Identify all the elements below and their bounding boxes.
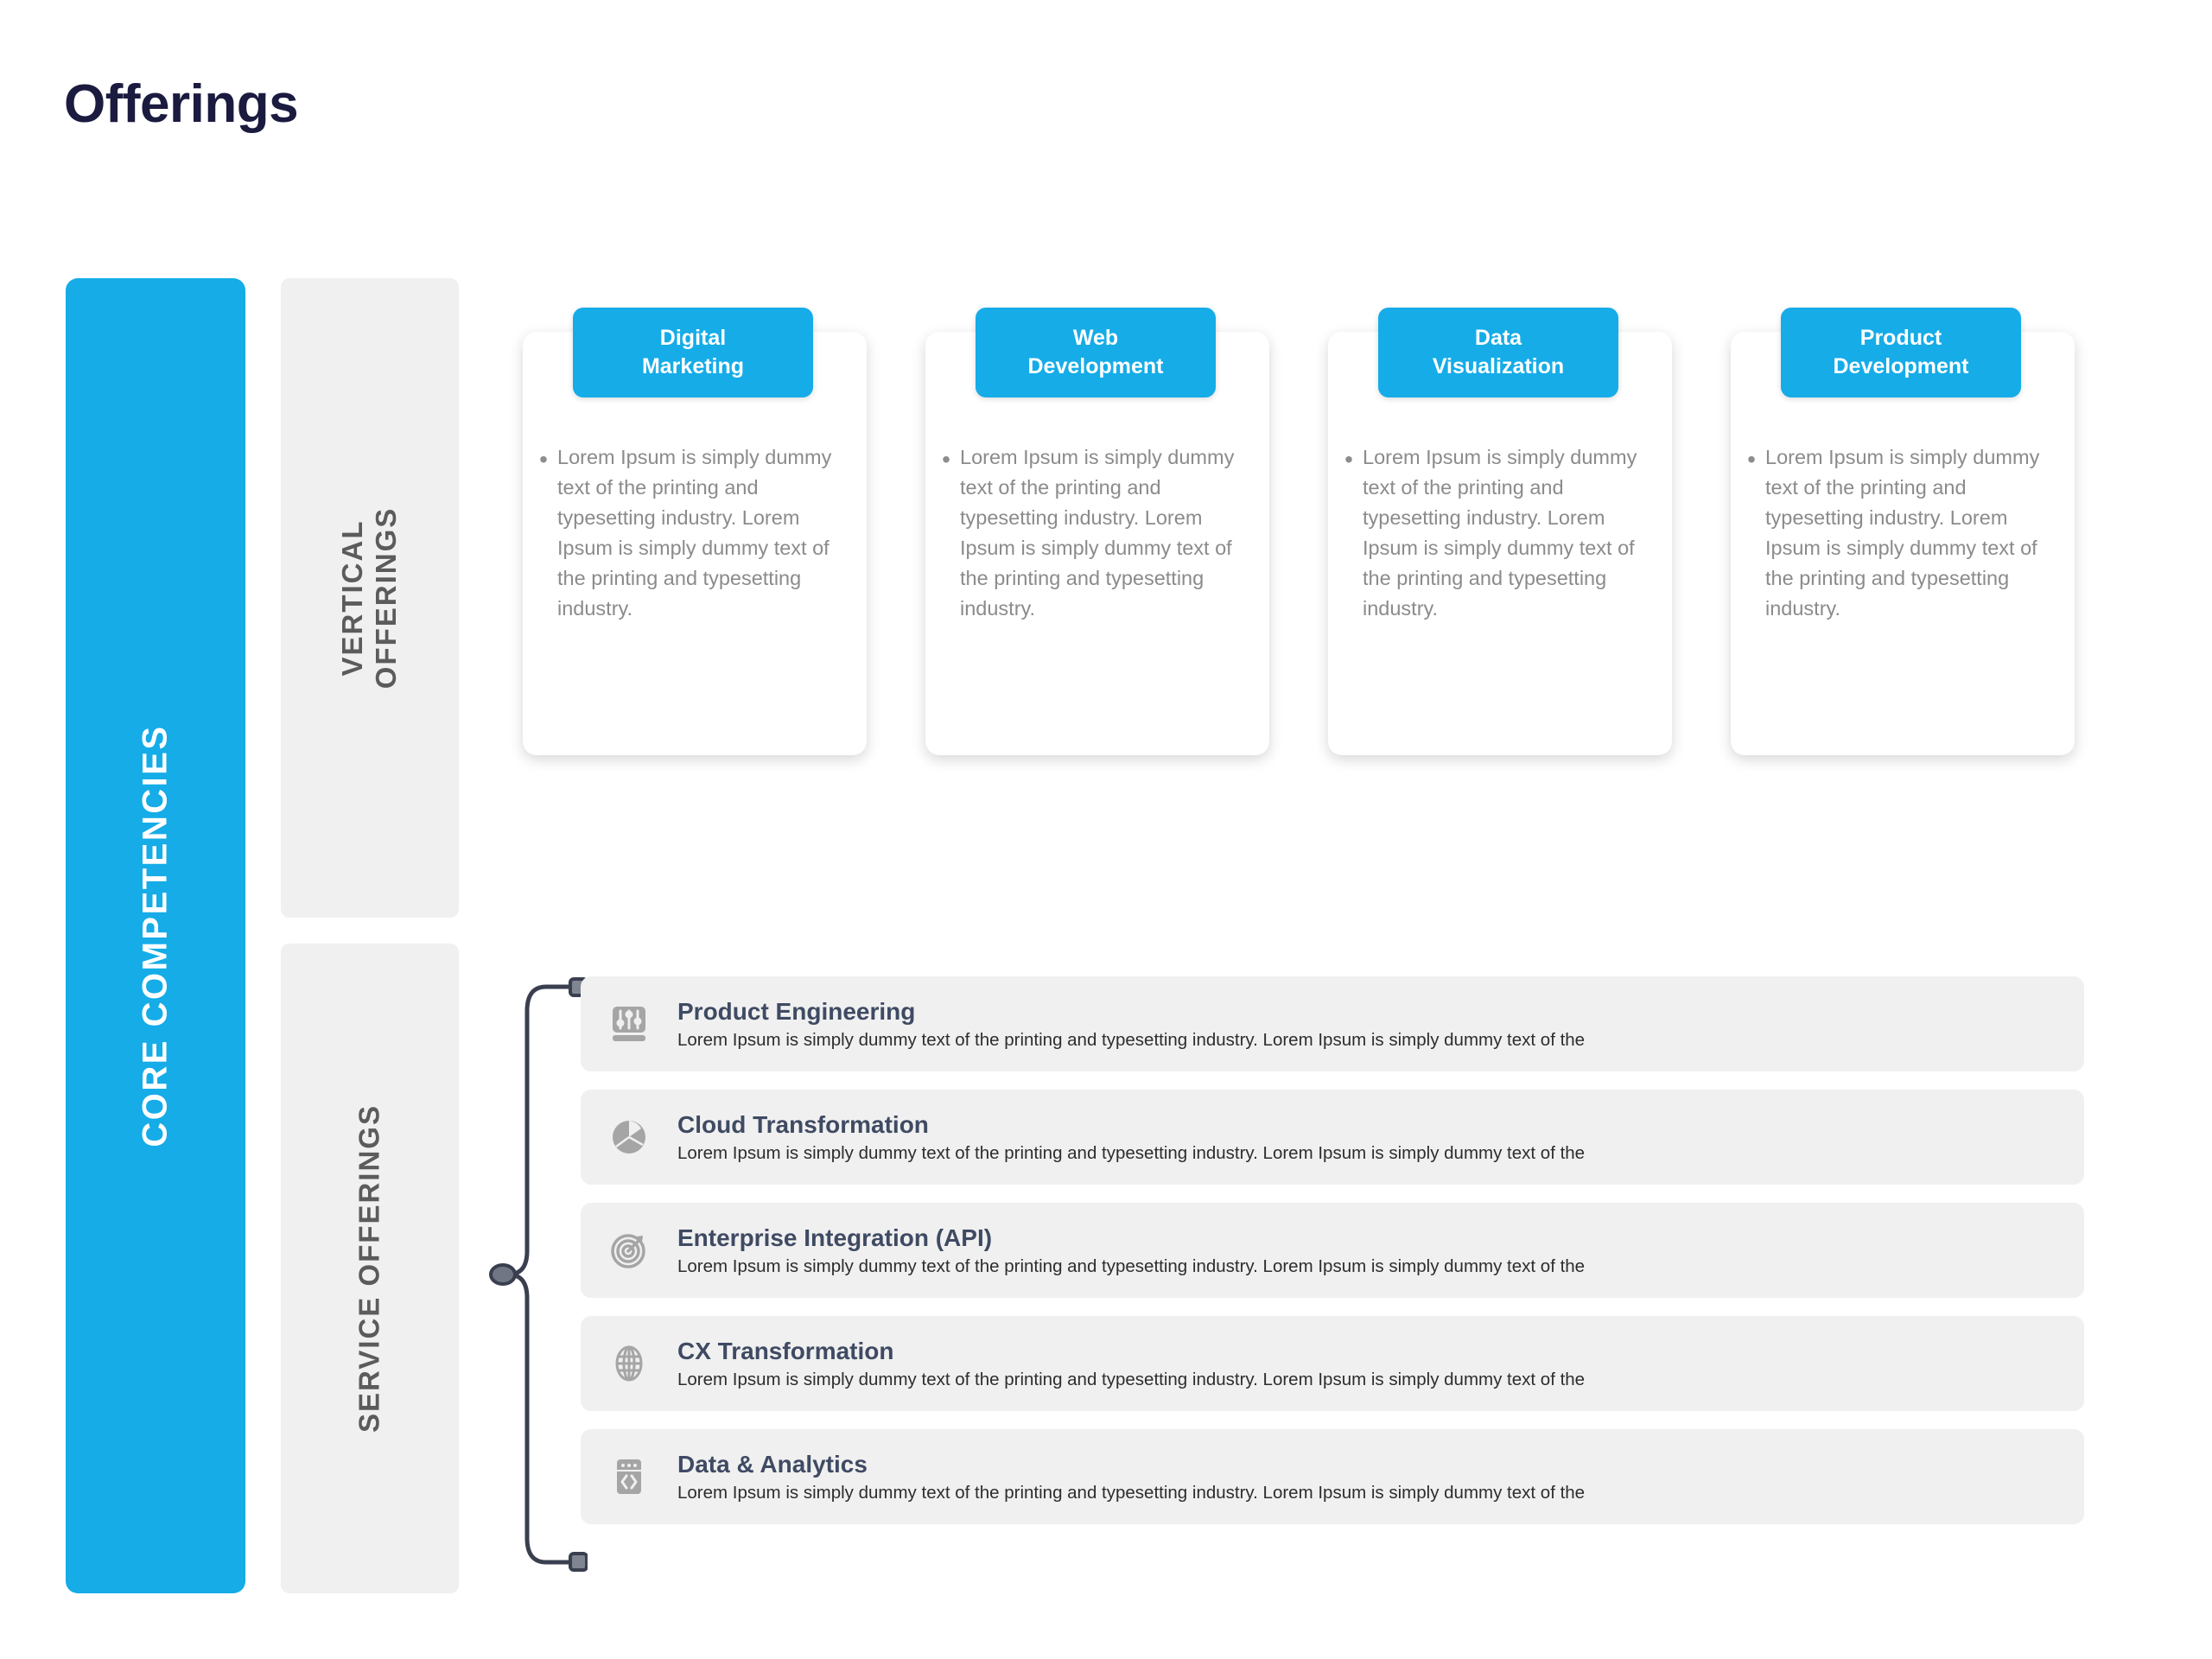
vertical-offering-card[interactable]: Web Development • Lorem Ipsum is simply … [925, 308, 1269, 755]
service-offering-title: Cloud Transformation [677, 1110, 929, 1138]
vertical-offerings-card-group: Digital Marketing • Lorem Ipsum is simpl… [523, 308, 2121, 757]
vertical-offering-card-body: • Lorem Ipsum is simply dummy text of th… [1328, 442, 1653, 624]
connector-endpoint-bottom [569, 1552, 588, 1572]
card-body-text: Lorem Ipsum is simply dummy text of the … [1765, 446, 2040, 620]
vertical-offering-card-header: Digital Marketing [573, 308, 813, 397]
sliders-icon [581, 1003, 677, 1045]
card-title-line1: Product [1859, 326, 1942, 350]
service-offering-row[interactable]: CX Transformation Lorem Ipsum is simply … [581, 1316, 2084, 1411]
service-bracket-connector [489, 977, 588, 1572]
core-competencies-label: CORE COMPETENCIES [136, 724, 175, 1147]
card-body-text: Lorem Ipsum is simply dummy text of the … [1363, 446, 1637, 620]
service-offerings-label: SERVICE OFFERINGS [353, 1104, 385, 1433]
service-offering-title: Product Engineering [677, 997, 916, 1025]
card-title-line2: Visualization [1432, 354, 1565, 378]
vertical-offering-card[interactable]: Digital Marketing • Lorem Ipsum is simpl… [523, 308, 867, 755]
code-window-icon [581, 1456, 677, 1497]
bullet-icon: • [942, 446, 950, 473]
globe-icon [581, 1343, 677, 1384]
service-offering-text: CX Transformation Lorem Ipsum is simply … [677, 1337, 2084, 1391]
vertical-offering-card-header: Web Development [976, 308, 1216, 397]
vertical-offerings-panel: VERTICAL OFFERINGS [281, 278, 459, 918]
bullet-icon: • [539, 446, 548, 473]
service-offering-description: Lorem Ipsum is simply dummy text of the … [677, 1029, 1586, 1050]
service-offering-description: Lorem Ipsum is simply dummy text of the … [677, 1255, 1586, 1276]
vertical-offering-card-header: Product Development [1781, 308, 2021, 397]
service-offering-text: Enterprise Integration (API) Lorem Ipsum… [677, 1224, 2084, 1278]
connector-hub-dot [489, 1263, 517, 1286]
vertical-offering-card-body: • Lorem Ipsum is simply dummy text of th… [925, 442, 1250, 624]
card-title-line1: Digital [659, 326, 727, 350]
vertical-offerings-label-line1: VERTICAL [336, 519, 369, 677]
service-offering-row[interactable]: Enterprise Integration (API) Lorem Ipsum… [581, 1203, 2084, 1298]
card-body-text: Lorem Ipsum is simply dummy text of the … [557, 446, 832, 620]
service-offering-row[interactable]: Data & Analytics Lorem Ipsum is simply d… [581, 1429, 2084, 1524]
card-body-text: Lorem Ipsum is simply dummy text of the … [960, 446, 1235, 620]
card-title-line1: Data [1474, 326, 1522, 350]
page-title: Offerings [64, 74, 299, 134]
service-offering-text: Cloud Transformation Lorem Ipsum is simp… [677, 1110, 2084, 1165]
vertical-offering-card-body: • Lorem Ipsum is simply dummy text of th… [523, 442, 848, 624]
bullet-icon: • [1344, 446, 1353, 473]
vertical-offering-card[interactable]: Product Development • Lorem Ipsum is sim… [1731, 308, 2075, 755]
service-offering-title: Enterprise Integration (API) [677, 1224, 993, 1251]
vertical-offerings-label-line2: OFFERINGS [370, 506, 402, 690]
service-offering-text: Product Engineering Lorem Ipsum is simpl… [677, 997, 2084, 1052]
service-offering-description: Lorem Ipsum is simply dummy text of the … [677, 1142, 1586, 1163]
bullet-icon: • [1747, 446, 1756, 473]
service-offering-text: Data & Analytics Lorem Ipsum is simply d… [677, 1450, 2084, 1504]
service-offering-row[interactable]: Cloud Transformation Lorem Ipsum is simp… [581, 1090, 2084, 1185]
pie-chart-icon [581, 1116, 677, 1158]
card-title-line1: Web [1072, 326, 1119, 350]
vertical-offering-card-body: • Lorem Ipsum is simply dummy text of th… [1731, 442, 2056, 624]
core-competencies-rail: CORE COMPETENCIES [66, 278, 245, 1593]
service-offering-description: Lorem Ipsum is simply dummy text of the … [677, 1369, 1586, 1389]
service-offering-title: Data & Analytics [677, 1450, 868, 1478]
service-offering-row[interactable]: Product Engineering Lorem Ipsum is simpl… [581, 976, 2084, 1071]
vertical-offering-card-header: Data Visualization [1378, 308, 1618, 397]
service-offerings-panel: SERVICE OFFERINGS [281, 944, 459, 1593]
service-offerings-list: Product Engineering Lorem Ipsum is simpl… [581, 976, 2084, 1542]
card-title-line2: Development [1833, 354, 1969, 378]
card-title-line2: Development [1027, 354, 1164, 378]
vertical-offering-card[interactable]: Data Visualization • Lorem Ipsum is simp… [1328, 308, 1672, 755]
service-offering-title: CX Transformation [677, 1337, 894, 1364]
target-icon [581, 1230, 677, 1271]
service-offering-description: Lorem Ipsum is simply dummy text of the … [677, 1482, 1586, 1503]
vertical-offerings-label: VERTICAL OFFERINGS [336, 507, 404, 690]
card-title-line2: Marketing [641, 354, 745, 378]
